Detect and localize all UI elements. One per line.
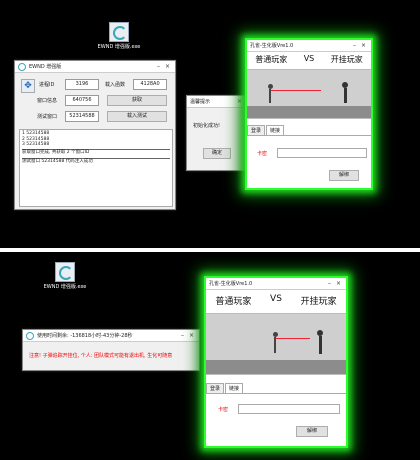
screenshot-divider: [0, 248, 420, 252]
ewnd-app-icon: [55, 262, 75, 282]
desktop-app-icon[interactable]: EWND 增强版.exe: [96, 22, 142, 50]
game-title: 孔雀-生化版Vre1.0: [250, 43, 294, 49]
bullet-trail: [271, 90, 321, 91]
desktop-icon-label: EWND 增强版.exe: [43, 284, 87, 290]
game-scene-image: [247, 69, 371, 119]
game-window-bottom: 孔雀-生化版Vre1.0 – × 普通玩家 VS 开挂玩家 登录 链接 卡密 解…: [204, 276, 348, 448]
warning-window: 使用时间剩余: -136818小时-43分钟-28秒 – × 注意! 子弹追踪开…: [22, 329, 200, 371]
close-icon[interactable]: ×: [187, 332, 196, 339]
test-window-label: 测试窗口: [37, 114, 58, 120]
minimize-icon[interactable]: –: [154, 63, 163, 70]
ewnd-app-icon: [109, 22, 129, 42]
scene-ground: [247, 106, 371, 118]
player-figure-left: [270, 332, 280, 358]
normal-player-label: 普通玩家: [255, 55, 288, 64]
unbind-button[interactable]: 解绑: [296, 426, 328, 437]
game-tabs: 登录 链接: [206, 383, 346, 394]
prompt-dialog: 温馨提示 × 初始化成功! 确定: [186, 95, 248, 171]
loaded-module-label: 载入函数: [105, 82, 126, 88]
card-key-label: 卡密: [257, 151, 268, 157]
close-icon[interactable]: ×: [163, 63, 172, 70]
game-titlebar[interactable]: 孔雀-生化版Vre1.0 – ×: [206, 278, 346, 290]
close-icon[interactable]: ×: [235, 98, 244, 105]
close-icon[interactable]: ×: [359, 42, 368, 49]
close-icon[interactable]: ×: [334, 280, 343, 287]
game-title: 孔雀-生化版Vre1.0: [209, 281, 253, 287]
vs-label: VS: [303, 54, 315, 63]
card-key-label: 卡密: [218, 407, 229, 413]
card-key-input[interactable]: [277, 148, 367, 158]
player-figure-left: [265, 84, 275, 106]
unbind-button[interactable]: 解绑: [329, 170, 359, 181]
minimize-icon[interactable]: –: [178, 332, 187, 339]
minimize-icon[interactable]: –: [325, 280, 334, 287]
test-window-field[interactable]: 52314588: [65, 111, 99, 122]
desktop-icon-label: EWND 增强版.exe: [97, 44, 141, 50]
get-button[interactable]: 获取: [107, 95, 167, 106]
game-window-top: 孔雀-生化版Vre1.0 – × 普通玩家 VS 开挂玩家 登录 链接 卡密 解…: [245, 38, 373, 190]
process-id-field[interactable]: 3196: [65, 79, 99, 90]
log-line: 获取窗口完成, 共获取 2 个窗口ID: [22, 148, 170, 156]
load-test-button[interactable]: 载入测试: [107, 111, 167, 122]
player-figure-right: [339, 82, 351, 106]
dialog-ok-button[interactable]: 确定: [203, 148, 231, 159]
dialog-titlebar[interactable]: 温馨提示 ×: [187, 96, 247, 108]
scene-ground: [206, 360, 346, 374]
vs-label: VS: [270, 294, 282, 304]
dialog-message: 初始化成功!: [193, 123, 221, 129]
log-line: 测试窗口 52314588 代码注入成功: [22, 158, 170, 165]
cheat-player-label: 开挂玩家: [330, 55, 363, 64]
minimize-icon[interactable]: –: [350, 42, 359, 49]
app-logo-icon: [18, 62, 26, 71]
dialog-title: 温馨提示: [190, 99, 211, 105]
window-info-label: 窗口信息: [37, 98, 58, 104]
game-tabs: 登录 链接: [247, 125, 371, 136]
crosshair-icon[interactable]: ✥: [21, 79, 35, 93]
game-scene-image: [206, 313, 346, 375]
card-key-input[interactable]: [238, 404, 340, 414]
bullet-trail: [276, 338, 310, 339]
warning-titlebar[interactable]: 使用时间剩余: -136818小时-43分钟-28秒 – ×: [23, 330, 199, 342]
app-logo-icon: [26, 331, 34, 340]
tab-login[interactable]: 登录: [206, 383, 225, 393]
loaded-module-field[interactable]: 4128A0: [133, 79, 167, 90]
ewnd-titlebar[interactable]: EWND 增强版 – ×: [15, 61, 175, 73]
window-info-field[interactable]: 640756: [65, 95, 99, 106]
versus-heading: 普通玩家 VS 开挂玩家: [247, 54, 371, 65]
tab-login[interactable]: 登录: [247, 125, 266, 135]
normal-player-label: 普通玩家: [215, 297, 252, 307]
process-id-label: 进程ID: [39, 82, 55, 88]
desktop-app-icon[interactable]: EWND 增强版.exe: [42, 262, 88, 290]
game-titlebar[interactable]: 孔雀-生化版Vre1.0 – ×: [247, 40, 371, 52]
log-line: 3 52314588: [22, 142, 50, 147]
log-area[interactable]: 1 52314588 2 52314588 3 52314588 获取窗口完成,…: [19, 129, 173, 207]
warning-text: 注意! 子弹追踪开挂位, 个人: 团队模式可能有退出机, 生化可随意: [29, 353, 173, 359]
cheat-player-label: 开挂玩家: [300, 297, 337, 307]
versus-heading: 普通玩家 VS 开挂玩家: [206, 294, 346, 307]
ewnd-window: EWND 增强版 – × ✥ 进程ID 3196 载入函数 4128A0 窗口信…: [14, 60, 176, 210]
tab-settings[interactable]: 链接: [225, 383, 244, 393]
ewnd-title: EWND 增强版: [29, 64, 62, 70]
player-figure-right: [314, 330, 326, 358]
tab-settings[interactable]: 链接: [266, 125, 285, 135]
remaining-time-title: 使用时间剩余: -136818小时-43分钟-28秒: [37, 333, 133, 339]
